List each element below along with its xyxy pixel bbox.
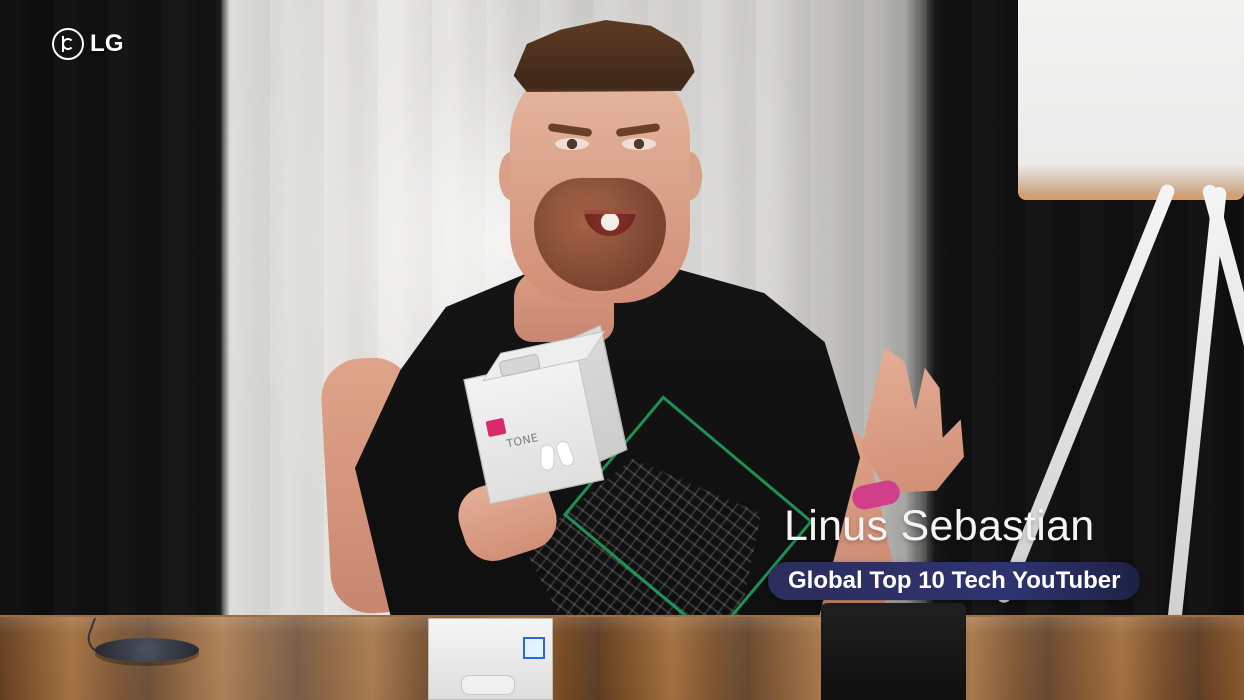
name-lower-third: Linus Sebastian Global Top 10 Tech YouTu… xyxy=(768,502,1160,604)
speaker-title-pill: Global Top 10 Tech YouTuber xyxy=(768,562,1141,600)
brand-logo-text: LG xyxy=(90,30,124,57)
box-on-table xyxy=(428,618,553,700)
table-reflection xyxy=(0,617,1244,700)
box-badge-icon xyxy=(485,417,507,438)
brand-logo: LG xyxy=(52,28,124,60)
blue-sticker-icon xyxy=(523,637,545,659)
floor-lamp-shade xyxy=(1018,0,1244,200)
left-eye xyxy=(555,138,589,150)
lg-logo-icon xyxy=(52,28,84,60)
wireless-charger xyxy=(95,638,199,662)
video-frame: TONE LG Linus Sebastian Global Top 10 Te… xyxy=(0,0,1244,700)
black-speaker xyxy=(821,603,966,700)
box-tab-icon xyxy=(461,675,515,695)
right-eye xyxy=(622,138,656,150)
speaker-name: Linus Sebastian xyxy=(784,502,1095,550)
earbuds-icon xyxy=(532,439,579,477)
earbuds-product-box: TONE xyxy=(460,324,632,505)
speaker-title-text: Global Top 10 Tech YouTuber xyxy=(788,567,1121,594)
